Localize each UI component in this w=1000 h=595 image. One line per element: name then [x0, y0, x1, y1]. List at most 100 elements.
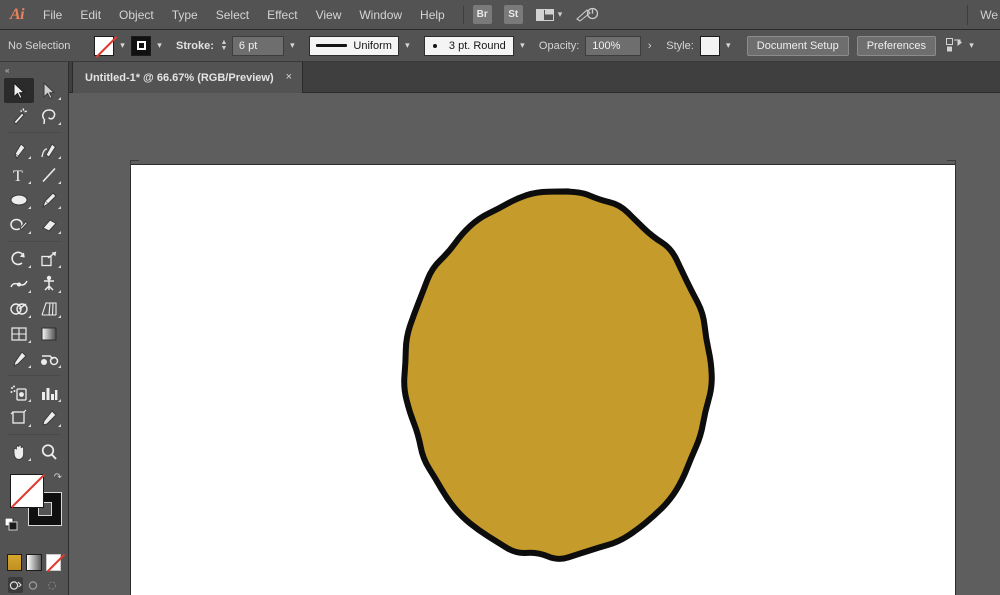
align-chevron-down-icon[interactable]: ▾ [963, 35, 980, 57]
stroke-weight-input[interactable]: 6 pt [232, 36, 284, 56]
pen-tool[interactable] [4, 137, 34, 162]
scale-tool[interactable] [34, 246, 64, 271]
color-mode-swatches [0, 548, 68, 571]
type-tool[interactable]: T [4, 162, 34, 187]
arrange-chevron-down-icon[interactable]: ▾ [558, 9, 563, 20]
style-label: Style: [666, 40, 694, 52]
eraser-tool[interactable] [34, 212, 64, 237]
symbol-sprayer-tool[interactable] [4, 380, 34, 405]
zoom-tool[interactable] [34, 439, 64, 464]
tool-group-indicator-icon [58, 122, 61, 125]
gradient-swatch-button[interactable] [26, 554, 41, 571]
rotate-tool[interactable] [4, 246, 34, 271]
shaper-tool[interactable] [4, 212, 34, 237]
magic-wand-tool[interactable] [4, 103, 34, 128]
tool-group-indicator-icon [28, 458, 31, 461]
svg-text:T: T [13, 168, 23, 184]
workspace-switcher-icon[interactable] [576, 7, 598, 23]
menu-item-type[interactable]: Type [163, 0, 207, 30]
tool-group-indicator-icon [28, 265, 31, 268]
canvas-area[interactable] [69, 93, 1000, 595]
preferences-button[interactable]: Preferences [857, 36, 936, 56]
paintbrush-tool[interactable] [34, 187, 64, 212]
document-tab[interactable]: Untitled-1* @ 66.67% (RGB/Preview) × [72, 62, 303, 93]
blend-tool[interactable] [34, 346, 64, 371]
shape-builder-tool[interactable] [4, 296, 34, 321]
stroke-chevron-down-icon[interactable]: ▾ [151, 35, 168, 57]
free-transform-tool[interactable] [34, 271, 64, 296]
line-segment-tool[interactable] [34, 162, 64, 187]
brush-definition-select[interactable]: 3 pt. Round [424, 36, 514, 56]
hand-tool[interactable] [4, 439, 34, 464]
fill-color-box[interactable] [10, 474, 44, 508]
tools-panel: « [0, 62, 69, 595]
hand-drawn-blob [404, 191, 712, 558]
align-options-icon[interactable] [946, 38, 963, 53]
fill-swatch[interactable] [94, 36, 114, 56]
style-chevron-down-icon[interactable]: ▾ [720, 35, 737, 57]
eyedropper-tool[interactable] [4, 346, 34, 371]
opacity-options-arrow-icon[interactable]: › [641, 35, 658, 57]
graphic-style-swatch[interactable] [700, 36, 720, 56]
stroke-swatch[interactable] [131, 36, 151, 56]
menu-item-window[interactable]: Window [350, 0, 411, 30]
menu-item-object[interactable]: Object [110, 0, 163, 30]
brush-definition-chevron-down-icon[interactable]: ▾ [514, 35, 531, 57]
none-swatch-button[interactable] [46, 554, 61, 571]
tool-group-indicator-icon [58, 365, 61, 368]
menu-item-select[interactable]: Select [207, 0, 258, 30]
tool-group-indicator-icon [28, 206, 31, 209]
artwork-layer [131, 165, 957, 595]
opacity-input[interactable]: 100% [585, 36, 641, 56]
document-setup-button[interactable]: Document Setup [747, 36, 849, 56]
curvature-tool[interactable] [34, 137, 64, 162]
stroke-weight-stepper[interactable]: ▲▼ [219, 36, 229, 56]
column-graph-tool[interactable] [34, 380, 64, 405]
perspective-grid-tool[interactable] [34, 296, 64, 321]
stroke-weight-chevron-down-icon[interactable]: ▾ [284, 35, 301, 57]
tool-divider [7, 375, 61, 376]
draw-inside-icon[interactable] [45, 577, 60, 593]
app-logo-icon: Ai [0, 0, 34, 30]
fill-stroke-indicator: ↷ [0, 470, 68, 548]
tool-divider [7, 434, 61, 435]
artboard[interactable] [130, 164, 956, 595]
selection-tool[interactable] [4, 78, 34, 103]
selection-status-label: No Selection [8, 40, 94, 52]
close-icon[interactable]: × [286, 72, 292, 83]
stroke-profile-chevron-down-icon[interactable]: ▾ [399, 35, 416, 57]
gradient-tool[interactable] [34, 321, 64, 346]
menu-item-file[interactable]: File [34, 0, 71, 30]
menu-item-edit[interactable]: Edit [71, 0, 110, 30]
direct-selection-tool[interactable] [34, 78, 64, 103]
ellipse-tool[interactable] [4, 187, 34, 212]
bridge-icon[interactable]: Br [473, 5, 492, 24]
swap-fill-stroke-icon[interactable]: ↷ [54, 472, 62, 483]
tool-group-indicator-icon [28, 231, 31, 234]
draw-behind-icon[interactable] [26, 577, 41, 593]
draw-normal-icon[interactable] [8, 577, 23, 593]
stock-icon[interactable]: St [504, 5, 523, 24]
artboard-tool[interactable] [4, 405, 34, 430]
menu-item-view[interactable]: View [307, 0, 351, 30]
tool-group-indicator-icon [58, 424, 61, 427]
tools-panel-collapse-button[interactable]: « [0, 62, 68, 78]
tool-group-indicator-icon [28, 156, 31, 159]
control-bar: No Selection ▾ ▾ Stroke: ▲▼ 6 pt ▾ Unifo… [0, 30, 1000, 62]
tool-group-indicator-icon [28, 290, 31, 293]
stroke-profile-select[interactable]: Uniform [309, 36, 399, 56]
default-fill-stroke-icon[interactable] [5, 518, 18, 531]
tool-divider [7, 132, 61, 133]
slice-tool[interactable] [34, 405, 64, 430]
tool-divider [7, 241, 61, 242]
tool-group-indicator-icon [58, 290, 61, 293]
drawing-modes [0, 571, 68, 593]
mesh-tool[interactable] [4, 321, 34, 346]
workspace-name-label[interactable]: We [980, 8, 1000, 22]
width-tool[interactable] [4, 271, 34, 296]
menu-item-help[interactable]: Help [411, 0, 454, 30]
menu-item-effect[interactable]: Effect [258, 0, 306, 30]
arrange-documents-icon[interactable] [535, 8, 555, 22]
color-swatch-button[interactable] [7, 554, 22, 571]
lasso-tool[interactable] [34, 103, 64, 128]
